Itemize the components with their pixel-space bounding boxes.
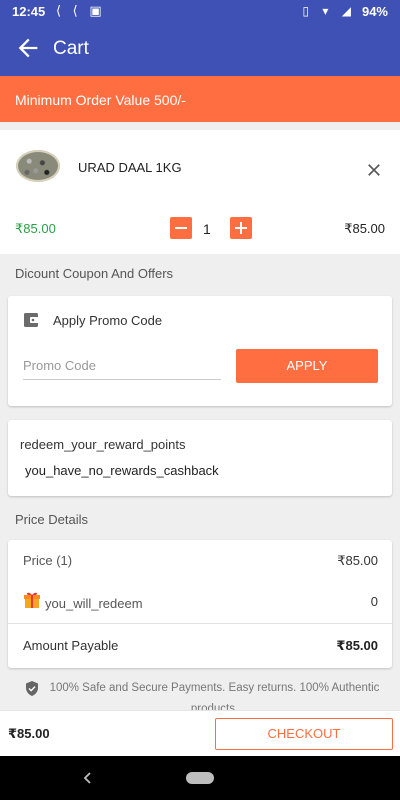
quantity-value: 1 — [203, 221, 211, 237]
nav-home-pill[interactable] — [186, 772, 214, 784]
battery-level: 94% — [361, 4, 388, 19]
cart-item-card: URAD DAAL 1KG ₹85.00 1 ₹85.00 — [0, 130, 400, 254]
apply-button[interactable]: APPLY — [236, 349, 378, 383]
product-unit-price: ₹85.00 — [15, 221, 56, 236]
close-icon[interactable] — [364, 160, 384, 180]
gift-icon — [24, 592, 40, 608]
rewards-subtitle: you_have_no_rewards_cashback — [25, 463, 219, 478]
rewards-card: redeem_your_reward_points you_have_no_re… — [8, 420, 392, 496]
product-name: URAD DAAL 1KG — [78, 160, 182, 175]
amount-payable-value: ₹85.00 — [336, 638, 378, 653]
page-title: Cart — [53, 38, 89, 59]
checkout-bar: ₹85.00 CHECKOUT — [0, 710, 400, 756]
plus-icon — [235, 222, 247, 234]
promo-code-card: Apply Promo Code APPLY — [8, 296, 392, 406]
back-arrow-icon[interactable] — [14, 34, 42, 62]
wallet-icon — [24, 313, 39, 327]
divider — [8, 623, 392, 624]
redeem-row-value: 0 — [370, 594, 378, 609]
system-navigation-bar — [0, 756, 400, 800]
amount-payable-label: Amount Payable — [23, 638, 119, 653]
product-total-price: ₹85.00 — [344, 221, 385, 236]
promo-code-input[interactable] — [23, 352, 221, 380]
app-bar: Cart — [0, 24, 400, 76]
increase-quantity-button[interactable] — [230, 217, 252, 239]
nav-back-icon[interactable] — [80, 768, 94, 788]
price-details-card: Price (1) ₹85.00 you_will_redeem 0 Amoun… — [8, 540, 392, 668]
price-row-value: ₹85.00 — [337, 553, 378, 568]
promo-title: Apply Promo Code — [53, 313, 163, 328]
notification-icons: ⟨ ⟨ ▣ — [56, 3, 106, 18]
coupon-section-heading: Dicount Coupon And Offers — [15, 266, 174, 281]
rewards-title: redeem_your_reward_points — [20, 437, 186, 452]
checkout-button[interactable]: CHECKOUT — [215, 718, 393, 750]
status-bar: 12:45 ⟨ ⟨ ▣ ▯ ▾ ◢ 94% — [0, 0, 400, 24]
signal-icons: ▯ ▾ ◢ — [302, 4, 356, 18]
minimum-order-banner: Minimum Order Value 500/- — [0, 76, 400, 122]
shield-icon — [26, 681, 38, 696]
price-details-heading: Price Details — [15, 512, 88, 527]
bottom-total-price: ₹85.00 — [8, 726, 50, 741]
redeem-row-label: you_will_redeem — [45, 596, 143, 611]
product-image — [16, 150, 60, 182]
price-row-label: Price (1) — [23, 553, 73, 568]
minus-icon — [175, 227, 187, 229]
decrease-quantity-button[interactable] — [170, 217, 192, 239]
status-time: 12:45 — [12, 4, 46, 19]
